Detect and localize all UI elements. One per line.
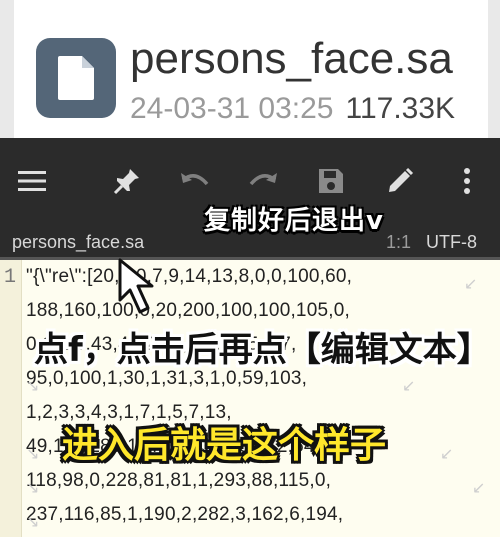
file-card[interactable]: persons_face.sa 24-03-31 03:25 117.33K (0, 0, 500, 138)
file-size: 117.33K (345, 92, 456, 125)
line-number: 1 (4, 266, 17, 289)
exit-caption: 复制好后退出v (204, 206, 384, 236)
undo-icon[interactable] (180, 166, 210, 196)
code-line: 95,0,100,1,30,1,31,3,1,0,59,103, (26, 368, 308, 389)
text-editor[interactable]: 1 "{\"re\":[20,2,0,7,9,14,13,8,0,0,100,6… (0, 260, 500, 537)
wrap-arrow-icon: ↙ (402, 376, 416, 395)
line-gutter: 1 (0, 260, 22, 537)
menu-icon[interactable] (17, 166, 47, 196)
code-line: "{\"re\":[20,2,0,7,9,14,13,8,0,0,100,60, (26, 266, 353, 287)
encoding-label[interactable]: UTF-8 (426, 232, 477, 253)
file-meta: 24-03-31 03:25 117.33K (130, 92, 455, 126)
cursor-position: 1:1 (386, 232, 412, 252)
card-edge-left (0, 0, 14, 138)
pointer-arrow-icon (118, 258, 154, 314)
pin-icon[interactable] (112, 166, 142, 196)
instruction-caption: 点f，点击后再点【编辑文本】 (34, 330, 491, 370)
card-edge-right (488, 0, 500, 138)
file-name: persons_face.sa (130, 34, 453, 83)
document-icon (36, 38, 116, 118)
wrap-arrow-icon: ↙ (440, 444, 454, 463)
code-line: 237,116,85,1,190,2,282,3,162,6,194, (26, 504, 344, 525)
wrap-arrow-icon: ↘ (26, 376, 40, 395)
wrap-arrow-icon: ↘ (26, 444, 40, 463)
more-icon[interactable] (452, 166, 482, 196)
edit-icon[interactable] (385, 166, 415, 196)
wrap-arrow-icon: ↘ (26, 512, 40, 531)
wrap-arrow-icon: ↘ (26, 478, 40, 497)
code-line: 188,160,100,0,20,200,100,100,105,0, (26, 300, 350, 321)
redo-icon[interactable] (248, 166, 278, 196)
tab-filename[interactable]: persons_face.sa (12, 232, 144, 253)
wrap-arrow-icon: ↙ (464, 274, 478, 293)
result-caption: 进入后就是这个样子 (62, 425, 387, 466)
save-icon[interactable] (316, 166, 346, 196)
file-date: 24-03-31 03:25 (130, 92, 334, 125)
wrap-arrow-icon: ↙ (472, 478, 486, 497)
code-line: 118,98,0,228,81,81,1,293,88,115,0, (26, 470, 332, 491)
